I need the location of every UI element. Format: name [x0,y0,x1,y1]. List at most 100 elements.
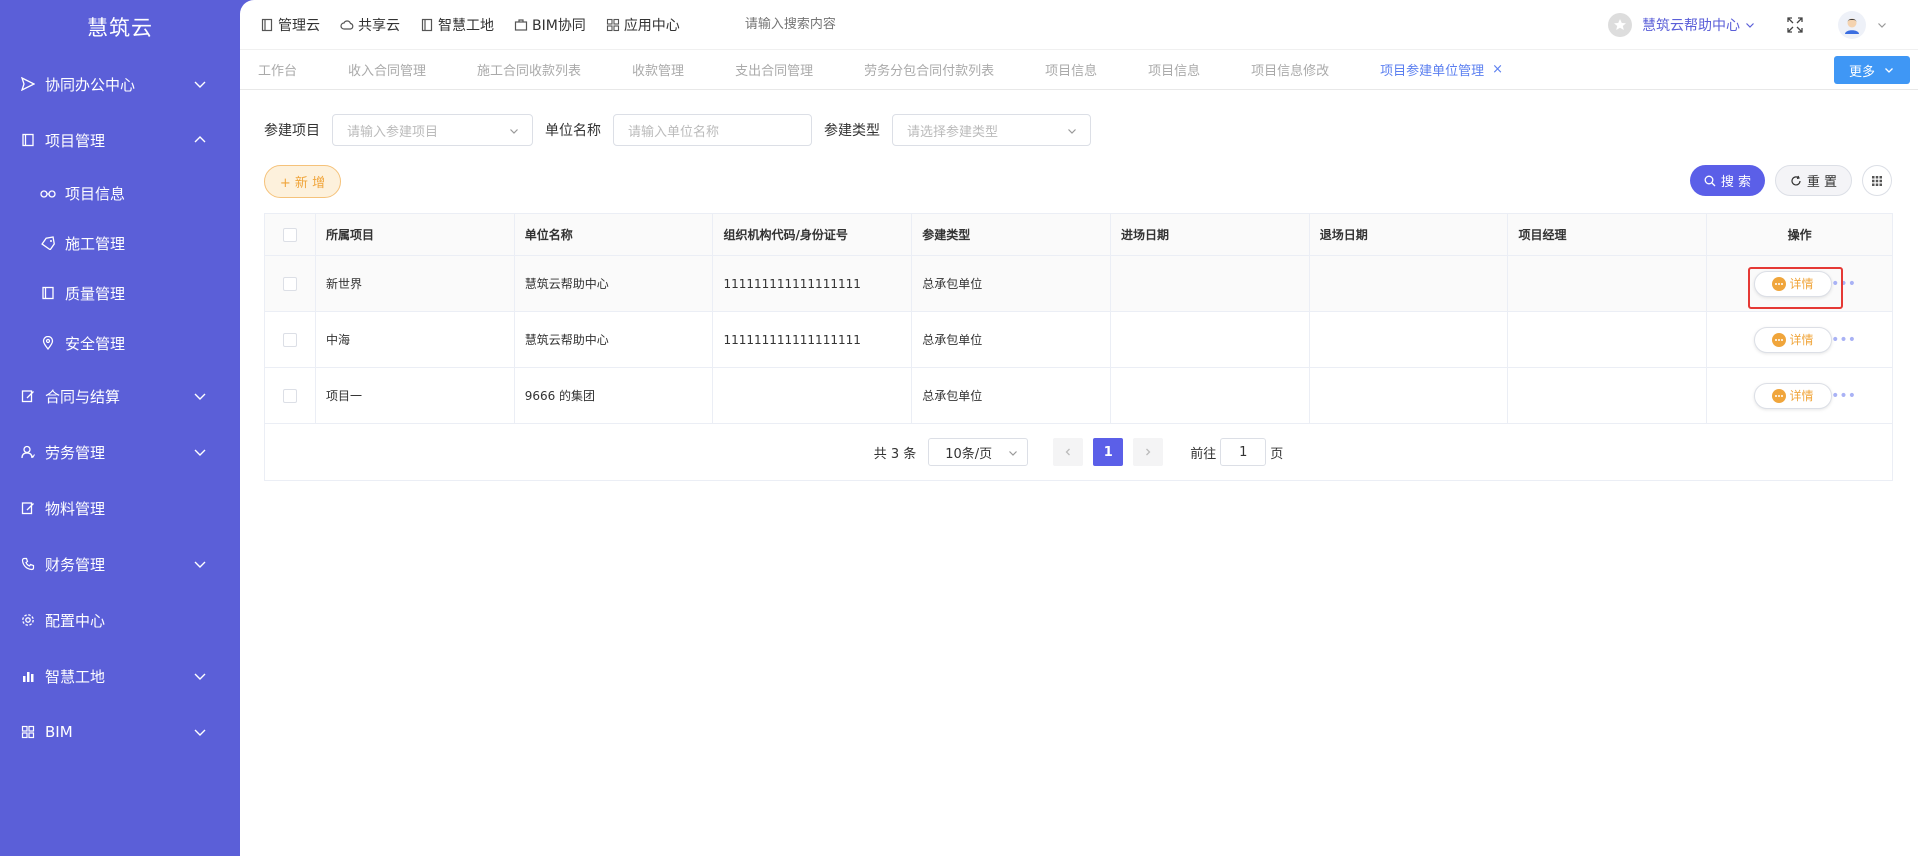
cell-actions: 详情 ••• [1707,368,1892,423]
send-icon [20,76,36,92]
tab-labor-payment[interactable]: 劳务分包合同付款列表 [864,60,994,79]
chevron-down-icon [1746,23,1754,28]
project-filter-select[interactable]: 请输入参建项目 [332,114,533,146]
goto-page-input[interactable] [1220,438,1267,466]
topnav-management-cloud[interactable]: 管理云 [260,15,320,35]
sidebar-item-label: 智慧工地 [45,667,106,686]
sidebar-subitem-label: 安全管理 [65,334,126,353]
column-settings-button[interactable] [1862,165,1892,196]
sidebar-item-smart-site[interactable]: 智慧工地 [0,648,240,704]
sidebar-item-collab-office[interactable]: 协同办公中心 [0,56,240,112]
chevron-down-icon[interactable] [1876,19,1888,31]
unit-name-input[interactable]: 请输入单位名称 [613,114,812,146]
project-filter-label: 参建项目 [264,123,320,139]
row-checkbox[interactable] [282,388,297,403]
tab-receipts[interactable]: 收款管理 [632,60,684,79]
tab-workbench[interactable]: 工作台 [258,60,297,79]
sidebar-subitem-safety[interactable]: 安全管理 [0,318,240,368]
grid-icon [20,724,36,740]
page-size-value: 10条/页 [945,446,993,462]
next-page-button[interactable] [1133,438,1164,466]
chevron-right-icon [1146,448,1151,456]
edit-icon [20,500,36,516]
help-center-dropdown[interactable]: 慧筑云帮助中心 [1608,13,1756,37]
row-checkbox[interactable] [282,332,297,347]
topnav-shared-cloud[interactable]: 共享云 [340,15,400,35]
tab-project-info-2[interactable]: 项目信息 [1148,60,1200,79]
more-actions-icon[interactable]: ••• [1831,277,1856,291]
sidebar-subitem-project-info[interactable]: 项目信息 [0,168,240,218]
more-tabs-button[interactable]: 更多 [1834,56,1910,84]
user-avatar[interactable] [1838,11,1866,39]
top-right-area: 慧筑云帮助中心 [1608,0,1888,50]
column-header: 单位名称 [515,214,714,255]
detail-button[interactable]: 详情 [1753,382,1832,409]
sidebar-item-finance[interactable]: 财务管理 [0,536,240,592]
prev-page-button[interactable] [1053,438,1084,466]
edit-icon [20,388,36,404]
tab-participating-units[interactable]: 项目参建单位管理 × [1380,60,1503,79]
close-icon[interactable]: × [1492,62,1503,77]
tab-label: 工作台 [258,64,298,79]
avatar-icon [1845,18,1859,34]
sidebar-item-materials[interactable]: 物料管理 [0,480,240,536]
sidebar-item-bim[interactable]: BIM [0,704,240,760]
sidebar-subitem-construction[interactable]: 施工管理 [0,218,240,268]
cell-project: 新世界 [316,256,515,311]
chevron-down-icon [194,729,206,736]
more-circle-icon [1771,276,1786,291]
tab-expense-contract[interactable]: 支出合同管理 [735,60,813,79]
cell-actions: 详情 ••• [1707,256,1892,311]
reset-button[interactable]: 重 置 [1775,165,1852,196]
tab-label: 项目参建单位管理 [1380,64,1485,79]
help-center-label: 慧筑云帮助中心 [1642,18,1740,34]
tab-construction-receipts[interactable]: 施工合同收款列表 [477,60,581,79]
sidebar-item-contract-settlement[interactable]: 合同与结算 [0,368,240,424]
tab-label: 收入合同管理 [348,64,427,79]
units-table: 所属项目 单位名称 组织机构代码/身份证号 参建类型 进场日期 退场日期 项目经… [264,213,1893,481]
type-filter-select[interactable]: 请选择参建类型 [892,114,1091,146]
chevron-down-icon [194,449,206,456]
tab-income-contract[interactable]: 收入合同管理 [348,60,426,79]
detail-label: 详情 [1789,333,1814,347]
select-all-checkbox[interactable] [282,227,297,242]
add-button[interactable]: + 新 增 [264,165,341,198]
sidebar-item-labor[interactable]: 劳务管理 [0,424,240,480]
more-actions-icon[interactable]: ••• [1831,389,1856,403]
global-search-input[interactable] [744,17,945,32]
row-checkbox-cell [265,312,316,367]
sidebar-item-label: BIM [45,723,73,741]
sidebar-subitem-quality[interactable]: 质量管理 [0,268,240,318]
column-header: 项目经理 [1508,214,1708,255]
more-actions-icon[interactable]: ••• [1831,333,1856,347]
goto-prefix: 前往 [1190,446,1217,462]
fullscreen-icon[interactable] [1786,16,1804,34]
cell-actions: 详情 ••• [1707,312,1892,367]
tab-label: 施工合同收款列表 [477,64,582,79]
page-size-select[interactable]: 10条/页 [928,438,1029,466]
tab-label: 项目信息修改 [1251,64,1330,79]
row-checkbox[interactable] [282,276,297,291]
detail-button[interactable]: 详情 [1753,270,1832,297]
topnav-app-center[interactable]: 应用中心 [606,15,680,35]
topnav-bim-collab[interactable]: BIM协同 [514,15,586,35]
detail-label: 详情 [1789,277,1814,291]
tab-project-info-1[interactable]: 项目信息 [1045,60,1097,79]
sidebar: 慧筑云 协同办公中心 项目管理 项目信息 施工管理 质量管理 安全管理 合同与结… [0,0,240,856]
sidebar-item-project-management[interactable]: 项目管理 [0,112,240,168]
topnav-smart-site[interactable]: 智慧工地 [420,15,494,35]
cell-enter-date [1111,256,1310,311]
cell-type: 总承包单位 [912,368,1111,423]
grid-icon [1872,175,1882,186]
sidebar-item-config[interactable]: 配置中心 [0,592,240,648]
top-nav: 管理云 共享云 智慧工地 BIM协同 应用中心 [240,15,700,35]
chevron-down-icon [510,129,518,134]
search-icon [1704,175,1716,186]
star-icon [1614,19,1626,30]
unit-filter-placeholder: 请输入单位名称 [628,124,720,140]
detail-button[interactable]: 详情 [1753,326,1832,353]
search-button[interactable]: 搜 索 [1690,165,1765,196]
type-filter-label: 参建类型 [824,123,880,139]
page-number-button[interactable]: 1 [1093,438,1124,466]
tab-project-info-edit[interactable]: 项目信息修改 [1251,60,1329,79]
